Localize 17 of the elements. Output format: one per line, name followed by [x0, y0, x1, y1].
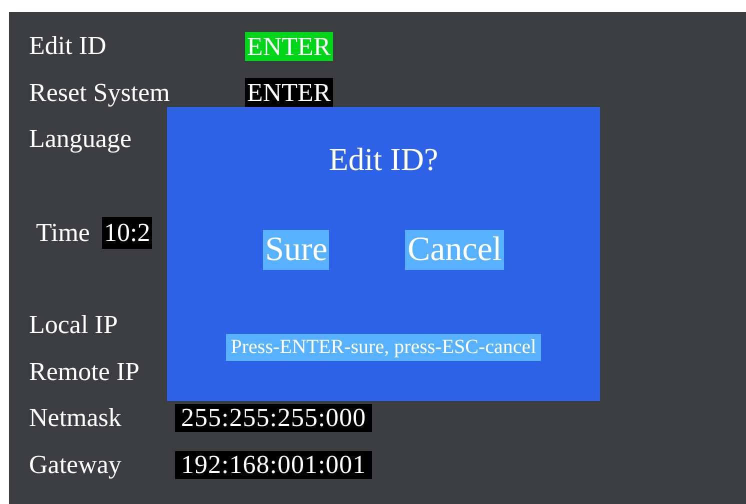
enter-option[interactable]: ENTER [245, 32, 333, 61]
dialog-hint: Press-ENTER-sure, press-ESC-cancel [226, 334, 542, 361]
menu-label: Reset System [29, 78, 171, 108]
menu-label: Language [29, 124, 133, 154]
dialog-title: Edit ID? [328, 141, 438, 178]
menu-label: Edit ID [29, 31, 108, 62]
menu-value: 192:168:001:001 [175, 450, 372, 479]
dialog-button[interactable]: Cancel [405, 230, 504, 270]
enter-option[interactable]: ENTER [245, 78, 333, 108]
menu-value: 10:2 [102, 216, 152, 249]
menu-label: Time [36, 218, 90, 248]
menu-label: Gateway [29, 450, 122, 480]
menu-label: Local IP [29, 310, 119, 340]
menu-label: Netmask [29, 403, 122, 434]
menu-label: Remote IP [29, 356, 140, 387]
dialog-button[interactable]: Sure [263, 230, 330, 270]
menu-value: 255:255:255:000 [175, 404, 372, 432]
